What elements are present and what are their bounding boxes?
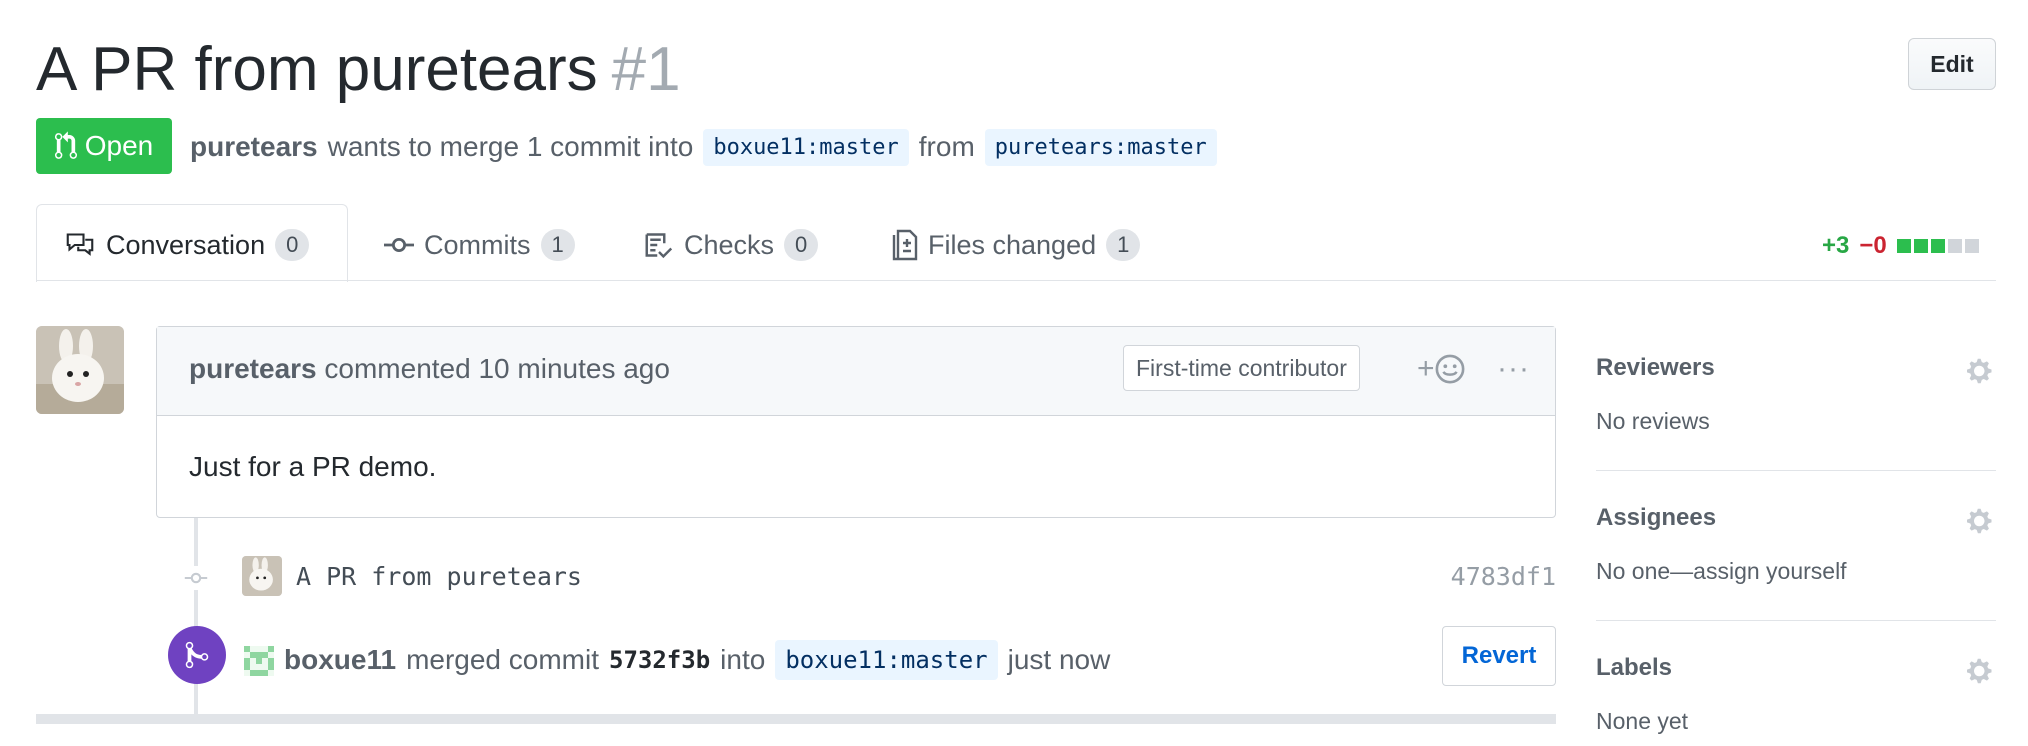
first-time-contributor-badge: First-time contributor (1123, 345, 1360, 391)
diffstat-additions: +3 (1822, 232, 1850, 259)
gear-icon[interactable] (1966, 356, 1996, 386)
git-merge-icon (185, 641, 209, 669)
tab-counter: 0 (784, 229, 819, 261)
diffstat-block-neutral (1947, 239, 1962, 253)
comment-author[interactable]: puretears (189, 353, 317, 384)
comment-box: puretears commented 10 minutes ago First… (156, 326, 1556, 518)
kebab-icon: ··· (1497, 352, 1530, 385)
diffstat-block-added (1896, 239, 1911, 253)
diffstat-block-added (1913, 239, 1928, 253)
pr-number: #1 (611, 35, 681, 104)
state-badge: Open (36, 118, 172, 174)
pr-title: A PR from puretears #1 (36, 30, 681, 110)
checklist-icon (645, 233, 673, 259)
identicon-image (244, 646, 274, 676)
edit-button[interactable]: Edit (1908, 38, 1996, 90)
merge-event-badge (168, 626, 226, 684)
sidebar-divider (1596, 470, 1996, 471)
commit-sha[interactable]: 4783df1 (1450, 562, 1556, 591)
diffstat: +3 −0 (1822, 226, 1979, 266)
labels-value: None yet (1596, 708, 1689, 734)
merge-verb: merged commit (406, 644, 599, 675)
sidebar-divider (1596, 620, 1996, 621)
file-diff-icon (892, 229, 918, 261)
reaction-plus: + (1417, 352, 1435, 385)
state-label: Open (84, 130, 154, 161)
rabbit-avatar-image (242, 556, 282, 596)
assignees-heading: Assignees (1596, 504, 1717, 531)
base-branch[interactable]: boxue11:master (703, 128, 909, 166)
tab-label: Commits (424, 229, 531, 260)
tab-label: Conversation (106, 229, 266, 260)
git-commit-icon (184, 566, 208, 590)
commit-author-avatar[interactable] (242, 556, 282, 596)
comment-header: puretears commented 10 minutes ago First… (157, 327, 1555, 416)
from-text: from (918, 131, 975, 162)
tab-checks[interactable]: Checks 0 (644, 220, 819, 270)
comment-discussion-icon (66, 233, 94, 256)
timeline-line (194, 518, 198, 716)
comment-author-line: puretears commented 10 minutes ago (189, 353, 670, 385)
tabs-divider (36, 280, 1996, 281)
diffstat-blocks (1896, 239, 1979, 253)
tab-counter: 1 (1106, 229, 1141, 261)
revert-button[interactable]: Revert (1442, 626, 1556, 686)
pr-meta: puretears wants to merge 1 commit into b… (190, 124, 1217, 170)
rabbit-avatar-image (36, 326, 124, 414)
add-reaction-button[interactable]: + (1417, 349, 1465, 389)
assignees-value[interactable]: No one—assign yourself (1596, 558, 1847, 585)
gear-icon[interactable] (1966, 506, 1996, 536)
pr-title-text: A PR from puretears (36, 35, 598, 104)
git-commit-icon (384, 237, 414, 253)
reviewers-value: No reviews (1596, 408, 1710, 434)
comment-body: Just for a PR demo. (189, 451, 437, 482)
tab-counter: 1 (540, 229, 575, 261)
commit-message[interactable]: A PR from puretears (296, 562, 582, 591)
comment-timestamp[interactable]: commented 10 minutes ago (324, 353, 670, 384)
tab-files-changed[interactable]: Files changed 1 (892, 220, 1141, 270)
merge-event-text: boxue11 merged commit 5732f3b into boxue… (284, 636, 1110, 684)
git-pull-request-icon (54, 131, 77, 159)
timeline-end-bar (36, 714, 1556, 724)
gear-icon[interactable] (1966, 656, 1996, 686)
more-options-button[interactable]: ··· (1497, 349, 1530, 389)
merge-commit-sha[interactable]: 5732f3b (609, 646, 710, 674)
merge-target-branch[interactable]: boxue11:master (775, 640, 998, 680)
tab-label: Checks (684, 229, 775, 260)
merge-actor[interactable]: boxue11 (284, 644, 396, 676)
tab-conversation[interactable]: Conversation 0 (64, 220, 310, 270)
tab-label: Files changed (928, 229, 1097, 260)
pr-author-link[interactable]: puretears (190, 131, 318, 163)
avatar[interactable] (36, 326, 124, 414)
smiley-icon (1435, 354, 1464, 384)
merge-time[interactable]: just now (1008, 644, 1111, 676)
reviewers-heading: Reviewers (1596, 354, 1715, 381)
diffstat-block-added (1930, 239, 1945, 253)
head-branch[interactable]: puretears:master (984, 128, 1217, 166)
merge-into: into (720, 644, 766, 675)
tab-commits[interactable]: Commits 1 (384, 220, 575, 270)
merge-text: wants to merge 1 commit into (327, 131, 694, 162)
identicon-avatar[interactable] (244, 646, 274, 676)
labels-heading: Labels (1596, 654, 1673, 681)
tab-counter: 0 (275, 229, 310, 261)
diffstat-deletions: −0 (1859, 232, 1887, 259)
diffstat-block-neutral (1964, 239, 1979, 253)
